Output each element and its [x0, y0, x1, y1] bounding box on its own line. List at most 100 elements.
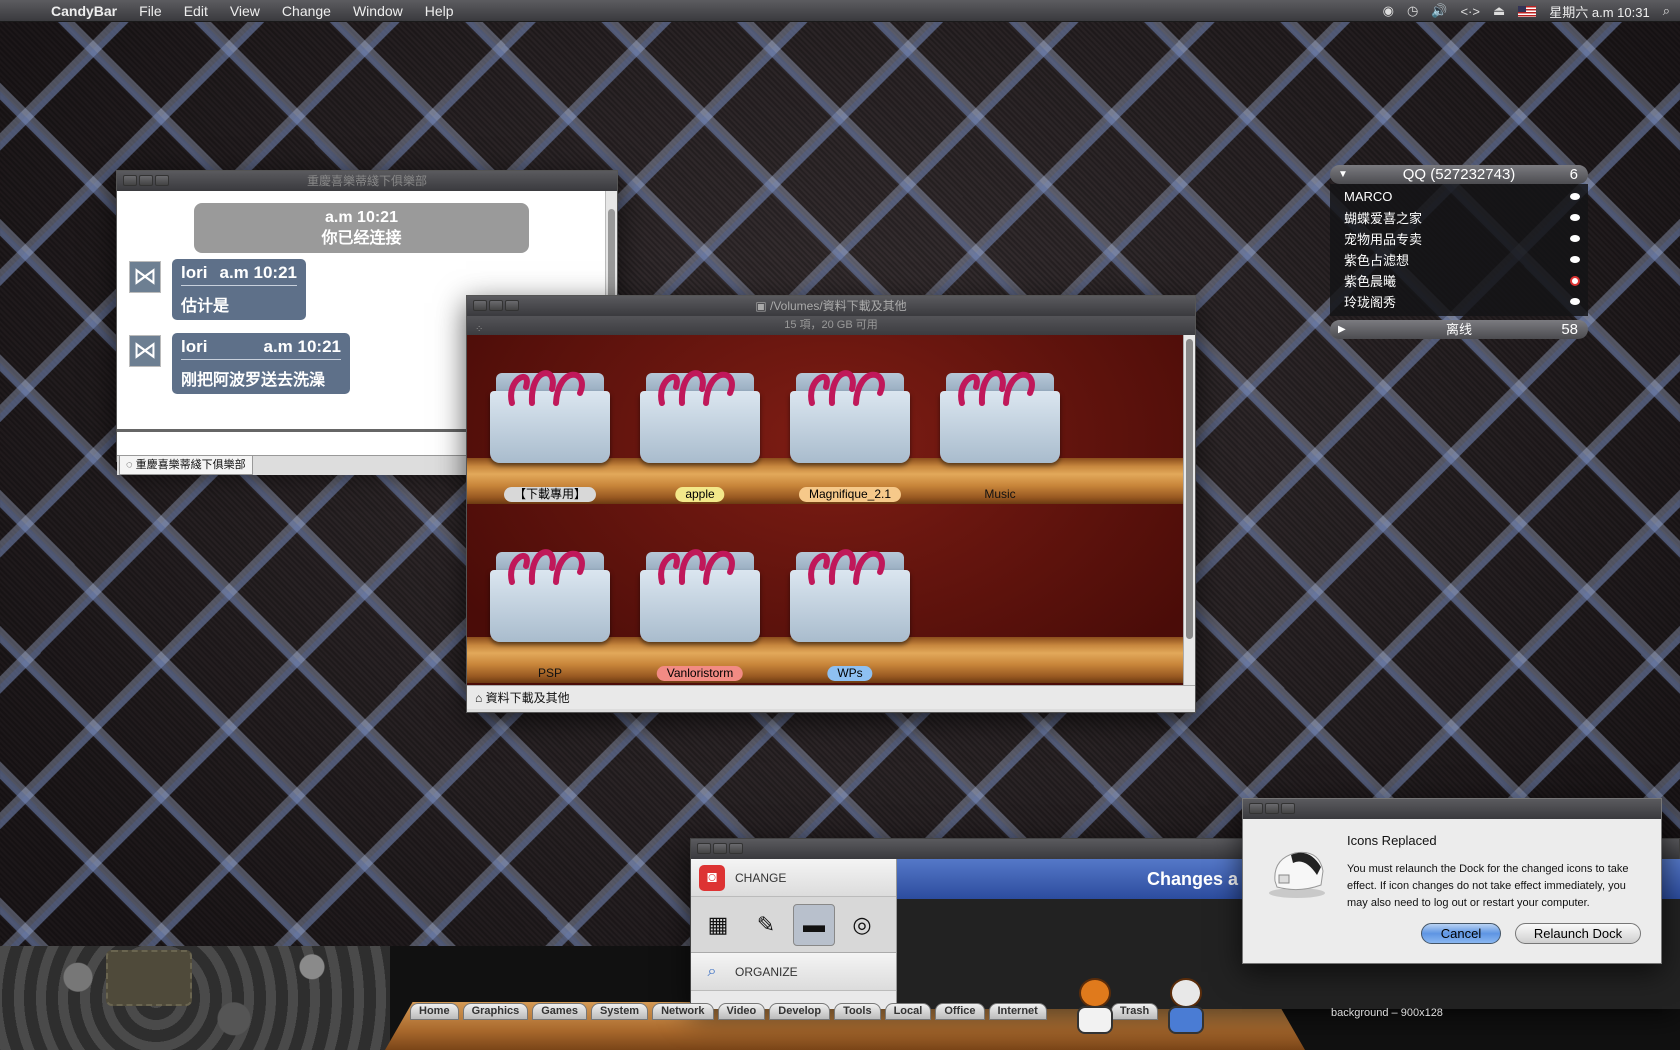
folder-icon[interactable] [490, 359, 610, 463]
dialog-titlebar[interactable] [1243, 799, 1661, 819]
sidebar-item-change[interactable]: ◙ CHANGE [691, 859, 896, 897]
qq-contact[interactable]: 蝴蝶爱喜之家 [1330, 207, 1588, 228]
chat-message: lori a.m 10:21 刚把阿波罗送去洗澡 [172, 333, 350, 394]
dock-tab-home[interactable]: Home [410, 1003, 459, 1020]
menu-window[interactable]: Window [342, 3, 414, 19]
folder-icon[interactable] [790, 359, 910, 463]
disclosure-right-icon[interactable]: ▶ [1338, 320, 1346, 339]
qq-contact[interactable]: 宠物用品专卖 [1330, 228, 1588, 249]
close-button[interactable] [123, 175, 137, 186]
system-icons-icon[interactable]: ▦ [697, 904, 739, 946]
application-icons-icon[interactable]: ✎ [745, 904, 787, 946]
finder-path-bar: ⌂ 資料下載及其他 [467, 685, 1195, 709]
time-machine-icon[interactable]: ◷ [1407, 3, 1418, 19]
folder-icon[interactable] [940, 359, 1060, 463]
qq-online-header[interactable]: ▼ QQ (527232743) 6 [1330, 165, 1588, 184]
butterfly-avatar-icon[interactable]: ⋈ [129, 261, 161, 293]
folder-icon[interactable] [640, 359, 760, 463]
menu-clock[interactable]: 星期六 a.m 10:31 [1549, 2, 1649, 21]
sync-arrows-icon[interactable]: <·> [1460, 4, 1480, 19]
qq-contact[interactable]: 玲珑阁秀 [1330, 291, 1588, 312]
folder-icon[interactable] [490, 538, 610, 642]
finder-scrollbar[interactable] [1183, 335, 1195, 685]
wood-shelf [467, 637, 1185, 683]
dock-tab-develop[interactable]: Develop [769, 1003, 831, 1020]
relaunch-dock-button[interactable]: Relaunch Dock [1515, 923, 1641, 944]
eject-icon[interactable]: ⏏ [1493, 3, 1505, 19]
icon-category-strip: ▦ ✎ ▬ ◎ [691, 897, 896, 953]
chat-titlebar[interactable]: 重慶喜樂蒂綫下俱樂部 [117, 171, 617, 191]
dock-tab-video[interactable]: Video [717, 1003, 766, 1020]
dock-tab-internet[interactable]: Internet [988, 1003, 1047, 1020]
folder-icon[interactable] [790, 538, 910, 642]
chat-message: lori a.m 10:21 估计是 [172, 259, 306, 320]
magnifier-icon: ⌕ [707, 962, 717, 980]
mascot-dock-icon[interactable] [1073, 978, 1117, 1036]
chat-message-header: lori a.m 10:21 [181, 337, 341, 360]
contact-name: 玲珑阁秀 [1344, 295, 1397, 310]
drive-icon: ▣ [755, 299, 770, 313]
folder-label[interactable]: Vanloristorm [656, 666, 744, 681]
dock-tab-office[interactable]: Office [935, 1003, 985, 1020]
qq-contact[interactable]: MARCO [1330, 186, 1588, 207]
zoom-button[interactable] [505, 300, 519, 311]
sidebar-item-organize[interactable]: ⌕ ORGANIZE [691, 953, 896, 991]
qq-offline-header[interactable]: ▶ 离线 58 [1330, 320, 1588, 339]
menu-app-name[interactable]: CandyBar [40, 3, 128, 19]
dock-tab-trash[interactable]: Trash [1110, 1003, 1159, 1020]
folder-label[interactable]: apple [675, 487, 725, 502]
folder-label[interactable]: Magnifique_2.1 [798, 487, 902, 502]
contact-name: 紫色占滤想 [1344, 253, 1410, 268]
path-label[interactable]: 資料下載及其他 [486, 691, 570, 705]
close-button[interactable] [1249, 803, 1263, 814]
dock-tab-games[interactable]: Games [532, 1003, 587, 1020]
dock-tab-network[interactable]: Network [652, 1003, 714, 1020]
folder-label[interactable]: PSP [528, 666, 572, 681]
zoom-button[interactable] [729, 843, 743, 854]
close-button[interactable] [473, 300, 487, 311]
chat-message-header: lori a.m 10:21 [181, 263, 297, 286]
message-sender: lori [181, 337, 208, 356]
menu-change[interactable]: Change [271, 3, 342, 19]
message-text: 估计是 [181, 298, 230, 315]
butterfly-avatar-icon[interactable]: ⋈ [129, 335, 161, 367]
minimize-button[interactable] [139, 175, 153, 186]
finder-titlebar[interactable]: ▣ /Volumes/資料下載及其他 [467, 296, 1195, 316]
scroll-thumb[interactable] [1186, 339, 1193, 639]
chat-tab[interactable]: ◌ 重慶喜樂蒂綫下俱樂部 [119, 456, 253, 475]
minimize-button[interactable] [713, 843, 727, 854]
us-flag-icon[interactable] [1518, 5, 1537, 17]
dock-tab-row: Home Graphics Games System Network Video… [410, 1003, 1159, 1020]
dock-tab-local[interactable]: Local [884, 1003, 932, 1020]
close-button[interactable] [697, 843, 711, 854]
folder-small-icon: ⌂ [475, 691, 486, 705]
dock-icons-icon[interactable]: ▬ [793, 903, 835, 946]
menu-edit[interactable]: Edit [173, 3, 219, 19]
zoom-button[interactable] [155, 175, 169, 186]
minimize-button[interactable] [489, 300, 503, 311]
folder-label[interactable]: WPs [827, 666, 873, 681]
disk-icons-icon[interactable]: ◎ [841, 904, 883, 946]
disclosure-down-icon[interactable]: ▼ [1338, 165, 1348, 184]
qq-contact[interactable]: 紫色占滤想 [1330, 249, 1588, 270]
menu-help[interactable]: Help [414, 3, 465, 19]
dock-tab-tools[interactable]: Tools [834, 1003, 881, 1020]
qq-contact[interactable]: 紫色晨曦 [1330, 270, 1588, 291]
zoom-button[interactable] [1281, 803, 1295, 814]
chat-tab-label: 重慶喜樂蒂綫下俱樂部 [135, 459, 246, 471]
folder-label[interactable]: Music [974, 487, 1025, 502]
menu-view[interactable]: View [219, 3, 271, 19]
dock-tab-system[interactable]: System [590, 1003, 649, 1020]
folder-label[interactable]: 【下載專用】 [503, 487, 597, 502]
dock-tab-graphics[interactable]: Graphics [462, 1003, 529, 1020]
mascot-folder-dock-icon[interactable] [1164, 978, 1208, 1036]
cancel-button[interactable]: Cancel [1421, 923, 1501, 944]
menu-file[interactable]: File [128, 3, 173, 19]
status-dot-icon [1570, 298, 1580, 305]
folder-icon[interactable] [640, 538, 760, 642]
qq-offline-count: 58 [1561, 321, 1578, 338]
spotlight-icon[interactable]: ⌕ [1663, 3, 1670, 19]
qq-status-icon[interactable]: ◉ [1383, 3, 1394, 19]
minimize-button[interactable] [1265, 803, 1279, 814]
volume-icon[interactable]: 🔊 [1431, 3, 1447, 19]
